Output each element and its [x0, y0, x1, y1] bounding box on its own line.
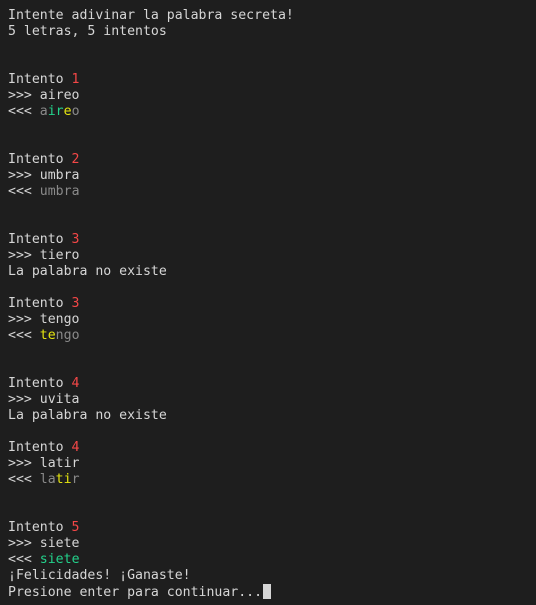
- guess-line: >>> umbra: [8, 168, 528, 184]
- intro-line: Intente adivinar la palabra secreta!: [8, 8, 294, 23]
- attempt-number: 2: [71, 152, 80, 167]
- guess-word: siete: [39, 536, 80, 551]
- attempt-label: Intento: [8, 152, 72, 167]
- feedback-letter-gray: b: [55, 184, 64, 199]
- feedback-line: <<< aireo: [8, 104, 528, 120]
- error-message: La palabra no existe: [8, 264, 167, 279]
- input-prompt: >>>: [8, 88, 40, 103]
- continue-prompt: Presione enter para continuar...: [8, 584, 528, 600]
- feedback-letter-green: t: [63, 552, 72, 567]
- guess-line: >>> siete: [8, 536, 528, 552]
- guess-word: uvita: [39, 392, 80, 407]
- intro-rules-line: 5 letras, 5 intentos: [8, 24, 167, 39]
- attempt-number: 5: [71, 520, 80, 535]
- terminal-cursor[interactable]: [263, 584, 272, 599]
- attempt-label: Intento: [8, 296, 72, 311]
- feedback-letter-gray: r: [63, 184, 72, 199]
- guess-line: >>> tengo: [8, 312, 528, 328]
- attempt-header: Intento 4: [8, 440, 528, 456]
- input-prompt: >>>: [8, 168, 40, 183]
- feedback-letter-gray: r: [71, 472, 80, 487]
- attempt-label: Intento: [8, 376, 72, 391]
- guess-word: latir: [39, 456, 80, 471]
- attempt-header: Intento 4: [8, 376, 528, 392]
- continue-prompt-text: Presione enter para continuar...: [8, 585, 263, 600]
- feedback-letter-green: i: [47, 552, 56, 567]
- feedback-letter-gray: u: [39, 184, 48, 199]
- guess-word: aireo: [39, 88, 80, 103]
- input-prompt: >>>: [8, 248, 40, 263]
- input-prompt: >>>: [8, 456, 40, 471]
- feedback-letter-yellow: e: [63, 104, 72, 119]
- feedback-letter-gray: m: [47, 184, 56, 199]
- feedback-letter-gray: g: [63, 328, 72, 343]
- feedback-letter-green: r: [55, 104, 64, 119]
- feedback-letter-yellow: e: [47, 328, 56, 343]
- feedback-letter-gray: a: [47, 472, 56, 487]
- feedback-letter-yellow: i: [63, 472, 72, 487]
- feedback-letter-yellow: t: [55, 472, 64, 487]
- terminal-window[interactable]: Intente adivinar la palabra secreta! 5 l…: [0, 0, 536, 605]
- feedback-letter-gray: o: [71, 328, 80, 343]
- feedback-letter-green: e: [55, 552, 64, 567]
- attempt-number: 4: [71, 376, 80, 391]
- attempt-number: 4: [71, 440, 80, 455]
- feedback-letter-gray: a: [71, 184, 80, 199]
- feedback-letter-gray: o: [71, 104, 80, 119]
- attempt-label: Intento: [8, 232, 72, 247]
- attempt-number: 3: [71, 296, 80, 311]
- attempt-header: Intento 3: [8, 296, 528, 312]
- attempts-log: Intento 1 >>> aireo <<< aireo Intento 2 >>> …: [8, 40, 528, 568]
- attempt-label: Intento: [8, 520, 72, 535]
- attempt-header: Intento 1: [8, 72, 528, 88]
- input-prompt: >>>: [8, 536, 40, 551]
- attempt-label: Intento: [8, 72, 72, 87]
- output-prompt: <<<: [8, 552, 40, 567]
- output-prompt: <<<: [8, 472, 40, 487]
- feedback-letter-yellow: t: [39, 328, 48, 343]
- feedback-letter-gray: l: [39, 472, 48, 487]
- guess-word: tiero: [39, 248, 80, 263]
- attempt-header: Intento 2: [8, 152, 528, 168]
- output-prompt: <<<: [8, 184, 40, 199]
- attempt-number: 3: [71, 232, 80, 247]
- feedback-line: <<< tengo: [8, 328, 528, 344]
- output-prompt: <<<: [8, 104, 40, 119]
- guess-line: >>> uvita: [8, 392, 528, 408]
- guess-line: >>> aireo: [8, 88, 528, 104]
- error-message: La palabra no existe: [8, 408, 167, 423]
- guess-word: umbra: [39, 168, 80, 183]
- attempt-number: 1: [71, 72, 80, 87]
- feedback-letter-green: s: [39, 552, 48, 567]
- guess-line: >>> latir: [8, 456, 528, 472]
- input-prompt: >>>: [8, 312, 40, 327]
- guess-line: >>> tiero: [8, 248, 528, 264]
- feedback-letter-green: e: [71, 552, 80, 567]
- feedback-letter-green: i: [47, 104, 56, 119]
- input-prompt: >>>: [8, 392, 40, 407]
- feedback-letter-gray: a: [39, 104, 48, 119]
- feedback-letter-gray: n: [55, 328, 64, 343]
- attempt-header: Intento 3: [8, 232, 528, 248]
- attempt-header: Intento 5: [8, 520, 528, 536]
- guess-word: tengo: [39, 312, 80, 327]
- feedback-line: <<< siete: [8, 552, 528, 568]
- win-message: ¡Felicidades! ¡Ganaste!: [8, 568, 191, 583]
- feedback-line: <<< latir: [8, 472, 528, 488]
- feedback-line: <<< umbra: [8, 184, 528, 200]
- output-prompt: <<<: [8, 328, 40, 343]
- attempt-label: Intento: [8, 440, 72, 455]
